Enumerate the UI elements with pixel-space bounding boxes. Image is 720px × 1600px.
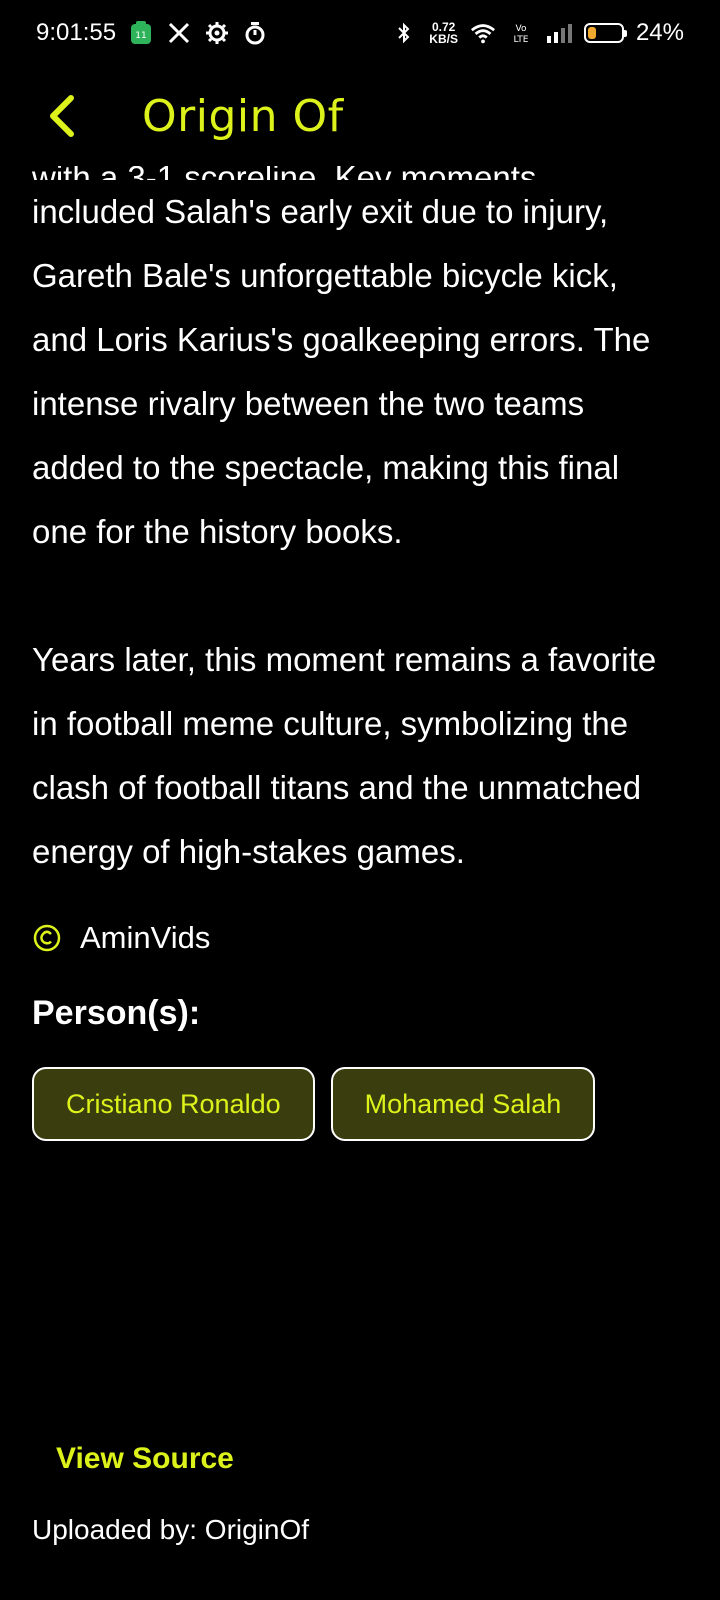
timer-icon bbox=[242, 20, 268, 46]
article-content: with a 3-1 scoreline. Key moments includ… bbox=[32, 150, 680, 1141]
page-title: Origin Of bbox=[142, 90, 344, 142]
svg-text:LTE: LTE bbox=[513, 35, 528, 45]
credit-author: AminVids bbox=[80, 920, 211, 955]
status-bar-left: 9:01:55 11 bbox=[36, 19, 268, 47]
back-button[interactable] bbox=[32, 86, 92, 146]
battery-icon bbox=[583, 23, 627, 43]
persons-heading: Person(s): bbox=[32, 994, 201, 1032]
app-notification-icon: 11 bbox=[128, 20, 154, 46]
wifi-icon bbox=[470, 20, 496, 46]
svg-text:Vo: Vo bbox=[515, 24, 526, 34]
credit-line: AminVids bbox=[32, 920, 680, 956]
uploaded-by-text: Uploaded by: OriginOf bbox=[32, 1514, 310, 1545]
view-source-link[interactable]: View Source bbox=[56, 1442, 234, 1476]
svg-text:11: 11 bbox=[135, 31, 146, 41]
battery-percent: 24% bbox=[635, 19, 684, 46]
chevron-left-icon bbox=[50, 95, 74, 137]
bluetooth-icon bbox=[391, 20, 417, 46]
person-chips: Cristiano Ronaldo Mohamed Salah bbox=[32, 1067, 680, 1141]
copyright-icon bbox=[33, 924, 61, 952]
signal-icon bbox=[546, 20, 572, 46]
settings-gear-icon bbox=[204, 20, 230, 46]
person-chip-cristiano-ronaldo[interactable]: Cristiano Ronaldo bbox=[32, 1067, 315, 1141]
x-icon bbox=[166, 20, 192, 46]
battery-fill bbox=[587, 27, 596, 39]
article-paragraph-1: included Salah's early exit due to injur… bbox=[32, 193, 651, 550]
person-chip-mohamed-salah[interactable]: Mohamed Salah bbox=[330, 1067, 596, 1141]
app-header: Origin Of bbox=[0, 66, 720, 166]
article-paragraph-2: Years later, this moment remains a favor… bbox=[32, 641, 657, 870]
network-speed-unit: KB/S bbox=[429, 32, 458, 46]
network-speed: 0.72 KB/S bbox=[429, 21, 458, 45]
status-bar-right: 0.72 KB/S Vo LTE 24% bbox=[391, 19, 684, 47]
status-time: 9:01:55 bbox=[36, 19, 117, 46]
volte-icon: Vo LTE bbox=[508, 20, 534, 46]
status-bar: 9:01:55 11 0.72 KB/S Vo LTE 24% bbox=[0, 0, 720, 66]
